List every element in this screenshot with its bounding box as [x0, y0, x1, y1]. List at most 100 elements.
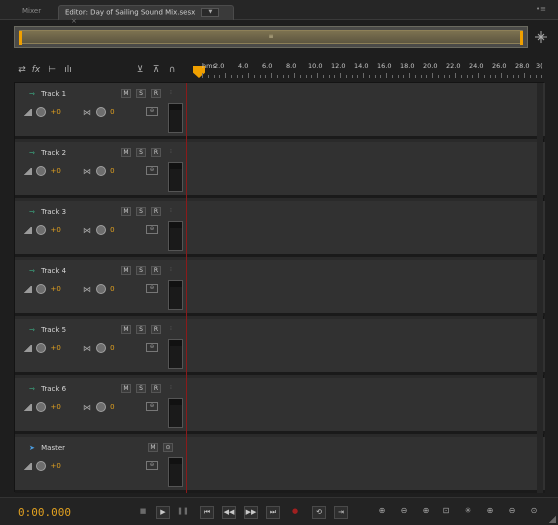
- track-row[interactable]: ⇾ Track 2 M S R ⁝ +0 ⋈ 0 ⊖: [15, 142, 545, 198]
- pan-value[interactable]: 0: [110, 344, 114, 352]
- track-name[interactable]: ⇾ Track 1: [29, 90, 66, 98]
- pan-control[interactable]: ⋈ 0: [83, 225, 115, 235]
- eq-icon[interactable]: ılı: [62, 64, 74, 76]
- monitor-input-icon[interactable]: ⁝: [166, 148, 176, 157]
- monitor-input-icon[interactable]: ⁝: [166, 89, 176, 98]
- zoom-in-time-icon[interactable]: ⊕: [420, 506, 432, 518]
- loop-playback-button[interactable]: ⟲: [312, 506, 326, 519]
- record-arm-button[interactable]: R: [151, 325, 161, 334]
- volume-value[interactable]: +0: [50, 403, 60, 411]
- volume-value[interactable]: +0: [50, 285, 60, 293]
- track-name-label[interactable]: Track 5: [41, 326, 66, 334]
- stereo-channel-icon[interactable]: ⊖: [146, 284, 158, 293]
- track-name[interactable]: ➤ Master: [29, 444, 65, 452]
- track-lane[interactable]: [187, 260, 545, 313]
- track-row[interactable]: ⇾ Track 3 M S R ⁝ +0 ⋈ 0 ⊖: [15, 201, 545, 257]
- resize-grip-icon[interactable]: [548, 515, 556, 523]
- volume-control[interactable]: +0: [23, 107, 61, 117]
- volume-value[interactable]: +0: [50, 167, 60, 175]
- track-header[interactable]: ⇾ Track 5 M S R ⁝ +0 ⋈ 0 ⊖: [15, 319, 187, 372]
- solo-button[interactable]: S: [136, 325, 146, 334]
- record-arm-button[interactable]: R: [151, 384, 161, 393]
- stereo-output-icon[interactable]: ⊙: [163, 443, 173, 452]
- track-lane[interactable]: [187, 142, 545, 195]
- track-row[interactable]: ⇾ Track 4 M S R ⁝ +0 ⋈ 0 ⊖: [15, 260, 545, 316]
- volume-knob[interactable]: [36, 284, 47, 294]
- track-name-label[interactable]: Track 4: [41, 267, 66, 275]
- mute-button[interactable]: M: [121, 384, 131, 393]
- headphones-icon[interactable]: ∩: [166, 64, 178, 76]
- zoom-in-point-icon[interactable]: ⊕: [484, 506, 496, 518]
- volume-value[interactable]: +0: [50, 344, 60, 352]
- mute-button[interactable]: M: [121, 325, 131, 334]
- volume-knob[interactable]: [36, 402, 47, 412]
- track-name-label[interactable]: Track 2: [41, 149, 66, 157]
- zoom-in-amplitude-icon[interactable]: ⊕: [376, 506, 388, 518]
- solo-button[interactable]: S: [136, 89, 146, 98]
- volume-knob[interactable]: [36, 461, 47, 471]
- volume-control[interactable]: +0: [23, 343, 61, 353]
- mute-button[interactable]: M: [121, 148, 131, 157]
- pan-value[interactable]: 0: [110, 285, 114, 293]
- track-header[interactable]: ⇾ Track 4 M S R ⁝ +0 ⋈ 0 ⊖: [15, 260, 187, 313]
- overview-range-start-handle[interactable]: [19, 31, 22, 45]
- pause-button[interactable]: ❚❚: [176, 506, 190, 519]
- solo-button[interactable]: S: [136, 384, 146, 393]
- monitor-input-icon[interactable]: ⁝: [166, 384, 176, 393]
- track-row[interactable]: ⇾ Track 1 M S R ⁝ +0 ⋈ 0 ⊖: [15, 83, 545, 139]
- zoom-out-full-icon[interactable]: [534, 30, 548, 44]
- tab-mixer[interactable]: Mixer: [16, 5, 47, 20]
- volume-control[interactable]: +0: [23, 402, 61, 412]
- pan-control[interactable]: ⋈ 0: [83, 402, 115, 412]
- track-header[interactable]: ⇾ Track 6 M S R ⁝ +0 ⋈ 0 ⊖: [15, 378, 187, 431]
- pan-control[interactable]: ⋈ 0: [83, 343, 115, 353]
- track-header[interactable]: ⇾ Track 2 M S R ⁝ +0 ⋈ 0 ⊖: [15, 142, 187, 195]
- pan-value[interactable]: 0: [110, 108, 114, 116]
- track-header[interactable]: ⇾ Track 3 M S R ⁝ +0 ⋈ 0 ⊖: [15, 201, 187, 254]
- track-name-label[interactable]: Master: [41, 444, 65, 452]
- solo-button[interactable]: S: [136, 207, 146, 216]
- track-header[interactable]: ⇾ Track 1 M S R ⁝ +0 ⋈ 0 ⊖: [15, 83, 187, 136]
- stereo-channel-icon[interactable]: ⊖: [146, 343, 158, 352]
- volume-knob[interactable]: [36, 225, 47, 235]
- monitor-input-icon[interactable]: ⁝: [166, 266, 176, 275]
- record-arm-button[interactable]: R: [151, 207, 161, 216]
- go-to-end-button[interactable]: ⏭: [266, 506, 280, 519]
- volume-control[interactable]: +0: [23, 461, 61, 471]
- record-arm-button[interactable]: R: [151, 266, 161, 275]
- swap-icon[interactable]: ⇄: [16, 64, 28, 76]
- monitor-input-icon[interactable]: ⁝: [166, 207, 176, 216]
- track-lane[interactable]: [187, 437, 545, 490]
- pan-knob[interactable]: [95, 107, 106, 117]
- time-ruler[interactable]: hms 2.0 4.0 6.0 8.0 10.0 12.0 14.0 16.0 …: [193, 62, 544, 80]
- track-header[interactable]: ➤ Master M ⊙ +0 ⊖: [15, 437, 187, 490]
- volume-control[interactable]: +0: [23, 284, 61, 294]
- tab-editor[interactable]: Editor: Day of Sailing Sound Mix.sesx ▼ …: [58, 5, 234, 25]
- track-name[interactable]: ⇾ Track 4: [29, 267, 66, 275]
- record-arm-button[interactable]: R: [151, 148, 161, 157]
- solo-button[interactable]: S: [136, 266, 146, 275]
- pan-knob[interactable]: [95, 402, 106, 412]
- track-name[interactable]: ⇾ Track 6: [29, 385, 66, 393]
- track-lane[interactable]: [187, 378, 545, 431]
- stereo-channel-icon[interactable]: ⊖: [146, 225, 158, 234]
- zoom-out-full-icon[interactable]: ✳: [462, 506, 474, 518]
- pan-knob[interactable]: [95, 166, 106, 176]
- pan-control[interactable]: ⋈ 0: [83, 107, 115, 117]
- volume-value[interactable]: +0: [50, 226, 60, 234]
- pan-value[interactable]: 0: [110, 167, 114, 175]
- master-track[interactable]: ➤ Master M ⊙ +0 ⊖: [15, 437, 545, 493]
- track-name-label[interactable]: Track 1: [41, 90, 66, 98]
- vertical-scrollbar[interactable]: [537, 83, 543, 493]
- multitrack-editor[interactable]: ⇾ Track 1 M S R ⁝ +0 ⋈ 0 ⊖ ⇾ Track 2 M S…: [14, 82, 545, 493]
- volume-value[interactable]: +0: [50, 462, 60, 470]
- pan-knob[interactable]: [95, 284, 106, 294]
- track-name[interactable]: ⇾ Track 3: [29, 208, 66, 216]
- volume-control[interactable]: +0: [23, 166, 61, 176]
- stop-button[interactable]: ■: [136, 506, 150, 519]
- mute-button[interactable]: M: [148, 443, 158, 452]
- stereo-channel-icon[interactable]: ⊖: [146, 107, 158, 116]
- play-button[interactable]: ▶: [156, 506, 170, 519]
- track-row[interactable]: ⇾ Track 6 M S R ⁝ +0 ⋈ 0 ⊖: [15, 378, 545, 434]
- overview-navigator[interactable]: ≡: [14, 26, 528, 48]
